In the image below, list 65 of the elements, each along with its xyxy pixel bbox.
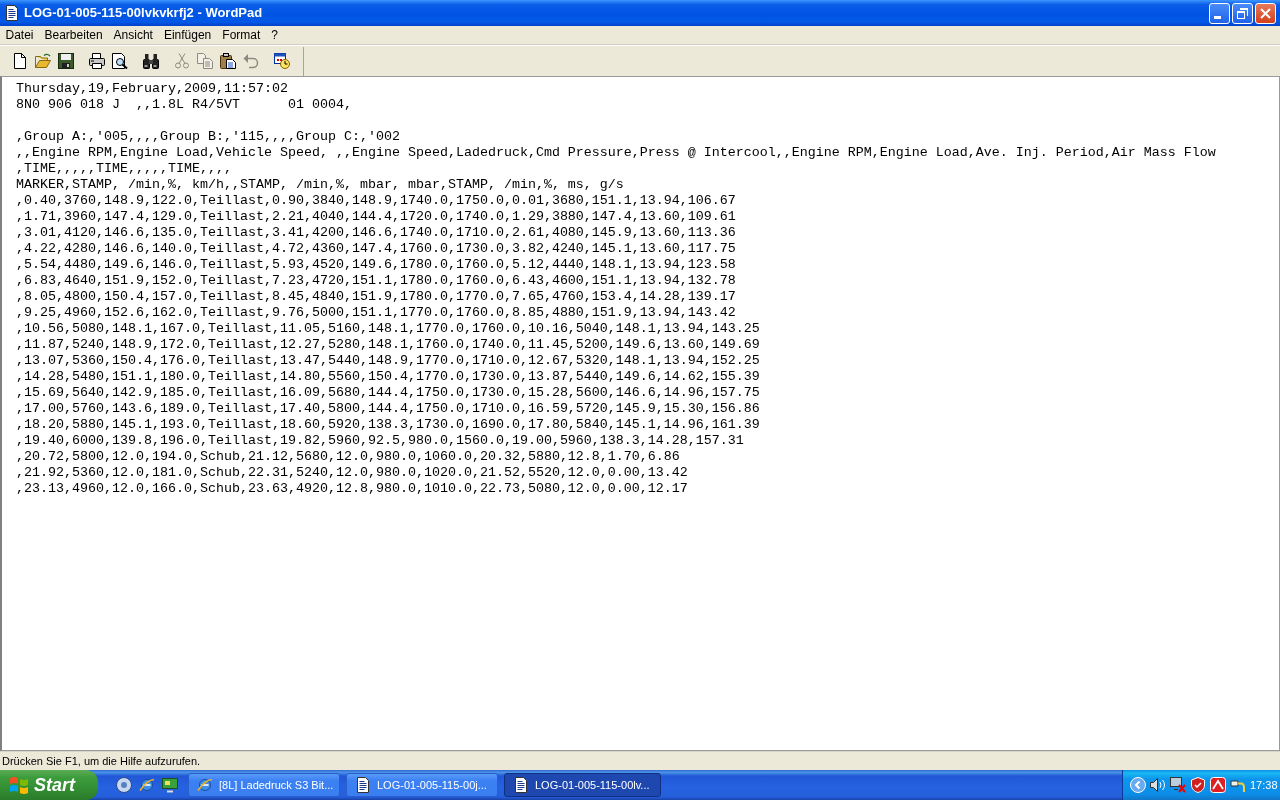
minimize-icon: [1214, 15, 1221, 19]
minimize-button[interactable]: [1209, 2, 1230, 24]
folder-icon[interactable]: [34, 53, 51, 69]
text-line: ,3.01,4120,146.6,135.0,Teillast,3.41,4200,146.6,1740.0,1710.0,2.61,4080,145.9,13.60,113.36: [16, 225, 736, 241]
start-button[interactable]: Start: [0, 770, 98, 800]
disc-icon[interactable]: [116, 777, 132, 793]
text-line: ,21.92,5360,12.0,181.0,Schub,22.31,5240,12.0,980.0,1020.0,21.52,5520,12.0,0.00,13.42: [16, 465, 688, 481]
menu-item[interactable]: Format: [216, 26, 266, 44]
text-line: ,TIME,,,,,TIME,,,,,TIME,,,,: [16, 161, 232, 177]
menu-item[interactable]: Ansicht: [108, 26, 159, 44]
document-lines-icon: [4, 5, 20, 21]
text-line: ,13.07,5360,150.4,176.0,Teillast,13.47,5440,148.9,1770.0,1710.0,12.67,5320,148.1,13.94,152.25: [16, 353, 760, 369]
page-magnifier-icon[interactable]: [111, 53, 128, 69]
taskbar-button[interactable]: [8L] Ladedruck S3 Bit...: [188, 773, 340, 797]
text-line: ,0.40,3760,148.9,122.0,Teillast,0.90,3840,148.9,1740.0,1750.0,0.01,3680,151.1,13.94,106.67: [16, 193, 736, 209]
blank-page-icon[interactable]: [11, 53, 28, 69]
menu-item[interactable]: ?: [265, 26, 284, 44]
window-title: LOG-01-005-115-00lvkvkrfj2 - WordPad: [24, 4, 263, 23]
clock: 17:38: [1250, 777, 1279, 793]
plug-icon[interactable]: [1230, 777, 1246, 793]
globe-orbit-icon: [197, 777, 213, 793]
text-line: ,23.13,4960,12.0,166.0,Schub,23.63,4920,12.8,980.0,1010.0,22.73,5080,12.0,0.00,12.17: [16, 481, 688, 497]
monitor-cross-icon[interactable]: [1170, 777, 1186, 793]
text-line: ,8.05,4800,150.4,157.0,Teillast,8.45,4840,151.9,1780.0,1770.0,7.65,4760,153.4,14.28,139.17: [16, 289, 736, 305]
text-line: ,19.40,6000,139.8,196.0,Teillast,19.82,5960,92.5,980.0,1560.0,19.00,5960,138.3,14.28,157.31: [16, 433, 744, 449]
text-line: Thursday,19,February,2009,11:57:02: [16, 81, 288, 97]
text-line: ,9.25,4960,152.6,162.0,Teillast,9.76,5000,151.1,1770.0,1760.0,8.85,4880,151.9,13.94,143.42: [16, 305, 736, 321]
text-editor[interactable]: [0, 76, 1280, 751]
text-line: ,11.87,5240,148.9,172.0,Teillast,12.27,5280,148.1,1760.0,1740.0,11.45,5200,149.6,13.60,149.69: [16, 337, 760, 353]
desktop-icon[interactable]: [162, 777, 178, 793]
calendar-clock-icon[interactable]: [273, 53, 290, 69]
text-line: ,Group A:,'005,,,,Group B:,'115,,,,Group C:,'002: [16, 129, 400, 145]
document-lines-icon: [513, 777, 529, 793]
globe-orbit-icon[interactable]: [139, 777, 155, 793]
restore-icon: [1237, 7, 1248, 19]
menu-item[interactable]: Einfügen: [158, 26, 217, 44]
taskbar-button[interactable]: LOG-01-005-115-00lv...: [504, 773, 661, 797]
restore-button[interactable]: [1232, 2, 1253, 24]
text-line: ,10.56,5080,148.1,167.0,Teillast,11.05,5160,148.1,1770.0,1760.0,10.16,5040,148.1,13.94,143.25: [16, 321, 760, 337]
taskbar-button[interactable]: LOG-01-005-115-00j...: [346, 773, 498, 797]
text-line: 8N0 906 018 J ,,1.8L R4/5VT 01 0004,: [16, 97, 352, 113]
shield-icon[interactable]: [1190, 777, 1206, 793]
text-line: ,,Engine RPM,Engine Load,Vehicle Speed, ,,Engine Speed,Ladedruck,Cmd Pressure,Press @ Intercool,,Engine RPM,Engine Load,Ave. Inj. Period,Air Mass Flow: [16, 145, 1216, 161]
arch-tile-icon[interactable]: [1210, 777, 1226, 793]
speaker-icon[interactable]: [1150, 777, 1166, 793]
flag-icon: [9, 775, 29, 795]
text-line: ,6.83,4640,151.9,152.0,Teillast,7.23,4720,151.1,1780.0,1760.0,6.43,4600,151.1,13.94,132.78: [16, 273, 736, 289]
close-button[interactable]: [1255, 2, 1276, 24]
text-line: ,5.54,4480,149.6,146.0,Teillast,5.93,4520,149.6,1780.0,1760.0,5.12,4440,148.1,13.94,123.58: [16, 257, 736, 273]
close-icon: [1260, 7, 1271, 19]
menu-item[interactable]: Bearbeiten: [39, 26, 109, 44]
text-line: ,15.69,5640,142.9,185.0,Teillast,16.09,5680,144.4,1750.0,1730.0,15.28,5600,146.6,14.96,157.75: [16, 385, 760, 401]
text-line: ,17.00,5760,143.6,189.0,Teillast,17.40,5800,144.4,1750.0,1710.0,16.59,5720,145.9,15.30,156.86: [16, 401, 760, 417]
text-line: ,20.72,5800,12.0,194.0,Schub,21.12,5680,12.0,980.0,1060.0,20.32,5880,12.8,1.70,6.86: [16, 449, 680, 465]
text-line: ,18.20,5880,145.1,193.0,Teillast,18.60,5920,138.3,1730.0,1690.0,17.80,5840,145.1,14.96,161.39: [16, 417, 760, 433]
text-line: ,14.28,5480,151.1,180.0,Teillast,14.80,5560,150.4,1770.0,1730.0,13.87,5440,149.6,14.62,155.39: [16, 369, 760, 385]
clipboard-icon[interactable]: [219, 53, 236, 69]
binoculars-icon[interactable]: [142, 53, 159, 69]
menu-item[interactable]: Datei: [0, 26, 39, 44]
printer-icon[interactable]: [88, 53, 105, 69]
text-line: ,4.22,4280,146.6,140.0,Teillast,4.72,4360,147.4,1760.0,1730.0,3.82,4240,145.1,13.60,117.75: [16, 241, 736, 257]
status-text: Drücken Sie F1, um die Hilfe aufzurufen.: [2, 753, 201, 769]
text-line: ,1.71,3960,147.4,129.0,Teillast,2.21,4040,144.4,1720.0,1740.0,1.29,3880,147.4,13.60,109.61: [16, 209, 736, 225]
document-lines-icon: [355, 777, 371, 793]
text-line: MARKER,STAMP, /min,%, km/h,,STAMP, /min,%, mbar, mbar,STAMP, /min,%, ms, g/s: [16, 177, 624, 193]
